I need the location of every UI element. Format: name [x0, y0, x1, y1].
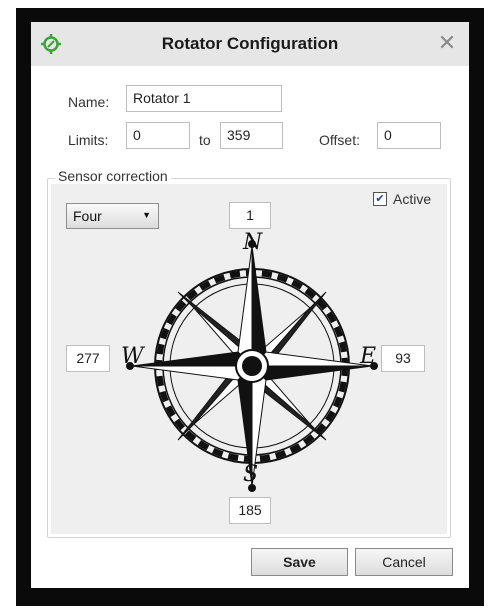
- compass-rose-icon: [126, 240, 378, 492]
- west-letter: W: [121, 344, 144, 369]
- active-label: Active: [393, 191, 432, 207]
- close-icon[interactable]: ✕: [435, 32, 459, 56]
- active-checkbox[interactable]: ✔: [373, 192, 387, 206]
- name-label: Name:: [68, 94, 110, 110]
- limit-max-field[interactable]: 359: [220, 122, 283, 149]
- sensor-correction-title: Sensor correction: [55, 168, 171, 184]
- titlebar: Rotator Configuration ✕: [31, 22, 469, 66]
- name-field[interactable]: Rotator 1: [126, 85, 282, 112]
- east-correction-field[interactable]: 93: [381, 345, 425, 372]
- north-correction-field[interactable]: 1: [229, 202, 271, 229]
- west-correction-field[interactable]: 277: [66, 345, 110, 372]
- south-letter: S: [243, 462, 259, 487]
- rotator-configuration-dialog: Rotator Configuration ✕ Name: Rotator 1 …: [31, 22, 469, 588]
- checkmark-icon: ✔: [375, 193, 385, 205]
- cancel-button[interactable]: Cancel: [355, 548, 453, 576]
- limit-min-field[interactable]: 0: [126, 122, 190, 149]
- offset-field[interactable]: 0: [377, 122, 441, 149]
- limits-label: Limits:: [68, 132, 109, 148]
- north-letter: N: [243, 230, 263, 255]
- to-label: to: [199, 132, 211, 148]
- offset-label: Offset:: [319, 132, 360, 148]
- chevron-down-icon: ▼: [142, 210, 151, 220]
- dialog-title: Rotator Configuration: [161, 34, 339, 53]
- east-letter: E: [360, 344, 377, 369]
- correction-mode-select[interactable]: Four ▼: [66, 203, 159, 229]
- correction-mode-value: Four: [73, 208, 102, 224]
- save-button[interactable]: Save: [251, 548, 348, 576]
- south-correction-field[interactable]: 185: [229, 497, 271, 524]
